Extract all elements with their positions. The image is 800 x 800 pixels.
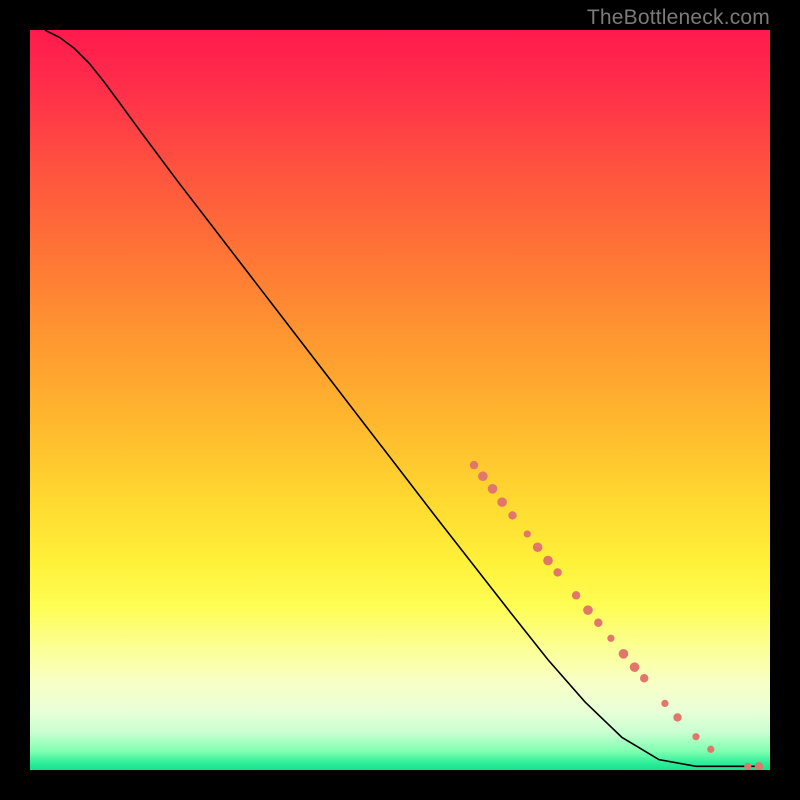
data-point [478, 471, 488, 481]
chart-svg [30, 30, 770, 770]
data-point [619, 649, 629, 659]
data-point [630, 662, 640, 672]
data-point [755, 762, 763, 770]
data-point [692, 733, 699, 740]
data-point [583, 605, 593, 615]
plot-area [30, 30, 770, 770]
data-point [497, 497, 507, 507]
data-point [572, 591, 580, 599]
data-point [543, 556, 553, 566]
main-curve [45, 30, 759, 766]
data-point [661, 700, 668, 707]
data-point [524, 530, 531, 537]
data-point [607, 635, 614, 642]
data-point [488, 484, 498, 494]
data-point [553, 568, 561, 576]
chart-container: TheBottleneck.com [0, 0, 800, 800]
data-point [533, 542, 543, 552]
data-point [508, 511, 516, 519]
watermark-text: TheBottleneck.com [587, 6, 770, 30]
data-point [470, 461, 478, 469]
data-point [744, 763, 751, 770]
data-point [673, 713, 681, 721]
data-point [640, 674, 648, 682]
data-point [707, 746, 714, 753]
data-point [594, 619, 602, 627]
